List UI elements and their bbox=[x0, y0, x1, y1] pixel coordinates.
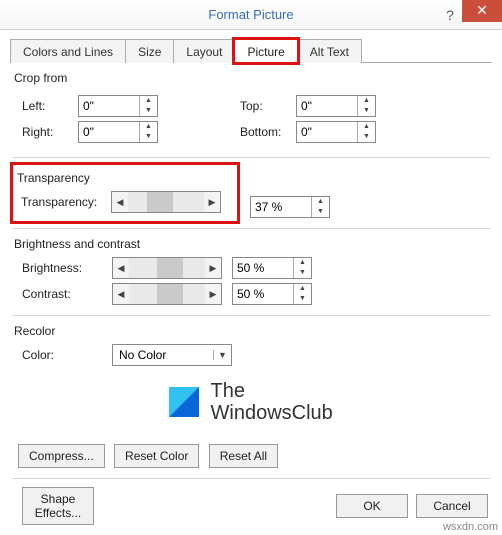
ok-button[interactable]: OK bbox=[336, 494, 408, 518]
crop-top-spinner[interactable]: 0" ▲▼ bbox=[296, 95, 376, 117]
chevron-down-icon[interactable]: ▼ bbox=[213, 350, 231, 360]
transparency-value[interactable]: 37 % bbox=[251, 200, 311, 214]
compress-button[interactable]: Compress... bbox=[18, 444, 105, 468]
reset-all-button[interactable]: Reset All bbox=[209, 444, 278, 468]
tab-picture[interactable]: Picture bbox=[234, 39, 297, 63]
shape-effects-button[interactable]: Shape Effects... bbox=[22, 487, 94, 525]
crop-bottom-spinner[interactable]: 0" ▲▼ bbox=[296, 121, 376, 143]
button-row-2: Shape Effects... OK Cancel bbox=[14, 487, 488, 525]
spinner-buttons[interactable]: ▲▼ bbox=[139, 96, 157, 116]
watermark: wsxdn.com bbox=[443, 521, 498, 533]
tab-layout[interactable]: Layout bbox=[173, 39, 235, 63]
spinner-buttons[interactable]: ▲▼ bbox=[139, 122, 157, 142]
spinner-buttons[interactable]: ▲▼ bbox=[357, 122, 375, 142]
tabs: Colors and Lines Size Layout Picture Alt… bbox=[10, 38, 492, 63]
recolor-color-label: Color: bbox=[22, 348, 112, 362]
slider-right-icon[interactable]: ▶ bbox=[205, 289, 221, 300]
crop-right-label: Right: bbox=[22, 125, 78, 139]
recolor-color-value: No Color bbox=[113, 348, 213, 362]
crop-top-label: Top: bbox=[240, 99, 296, 113]
divider bbox=[12, 228, 490, 229]
crop-section-label: Crop from bbox=[14, 71, 492, 85]
slider-left-icon[interactable]: ◀ bbox=[113, 263, 129, 274]
crop-bottom-label: Bottom: bbox=[240, 125, 296, 139]
crop-bottom-value[interactable]: 0" bbox=[297, 125, 357, 139]
spinner-buttons[interactable]: ▲▼ bbox=[311, 197, 329, 217]
spinner-buttons[interactable]: ▲▼ bbox=[293, 284, 311, 304]
transparency-section: Transparency Transparency: ◀ ▶ bbox=[10, 162, 240, 224]
crop-grid: Left: 0" ▲▼ Right: 0" ▲▼ Top: 0" ▲▼ bbox=[10, 91, 492, 147]
crop-left-spinner[interactable]: 0" ▲▼ bbox=[78, 95, 158, 117]
bc-section-label: Brightness and contrast bbox=[14, 237, 492, 251]
slider-left-icon[interactable]: ◀ bbox=[113, 289, 129, 300]
tab-colors-lines[interactable]: Colors and Lines bbox=[10, 39, 126, 63]
preview-area: The WindowsClub bbox=[10, 380, 492, 424]
transparency-spinner[interactable]: 37 % ▲▼ bbox=[250, 196, 330, 218]
slider-right-icon[interactable]: ▶ bbox=[205, 263, 221, 274]
logo-icon bbox=[169, 387, 199, 417]
brightness-value[interactable]: 50 % bbox=[233, 261, 293, 275]
crop-right-value[interactable]: 0" bbox=[79, 125, 139, 139]
tab-size[interactable]: Size bbox=[125, 39, 174, 63]
cancel-button[interactable]: Cancel bbox=[416, 494, 488, 518]
brightness-label: Brightness: bbox=[22, 261, 112, 275]
close-button[interactable]: ✕ bbox=[462, 0, 502, 22]
tab-alt-text[interactable]: Alt Text bbox=[297, 39, 362, 63]
transparency-slider[interactable]: ◀ ▶ bbox=[111, 191, 221, 213]
crop-left-value[interactable]: 0" bbox=[79, 99, 139, 113]
help-button[interactable]: ? bbox=[438, 4, 462, 26]
contrast-value[interactable]: 50 % bbox=[233, 287, 293, 301]
recolor-color-combo[interactable]: No Color ▼ bbox=[112, 344, 232, 366]
spinner-buttons[interactable]: ▲▼ bbox=[357, 96, 375, 116]
brightness-slider[interactable]: ◀ ▶ bbox=[112, 257, 222, 279]
dialog-content: Colors and Lines Size Layout Picture Alt… bbox=[0, 30, 502, 535]
divider bbox=[12, 315, 490, 316]
button-row-1: Compress... Reset Color Reset All bbox=[18, 444, 492, 468]
contrast-slider[interactable]: ◀ ▶ bbox=[112, 283, 222, 305]
slider-left-icon[interactable]: ◀ bbox=[112, 197, 128, 208]
divider bbox=[12, 478, 490, 479]
contrast-spinner[interactable]: 50 % ▲▼ bbox=[232, 283, 312, 305]
spinner-buttons[interactable]: ▲▼ bbox=[293, 258, 311, 278]
titlebar: Format Picture ? ✕ bbox=[0, 0, 502, 30]
brightness-spinner[interactable]: 50 % ▲▼ bbox=[232, 257, 312, 279]
transparency-label: Transparency: bbox=[21, 195, 111, 209]
crop-top-value[interactable]: 0" bbox=[297, 99, 357, 113]
slider-right-icon[interactable]: ▶ bbox=[204, 197, 220, 208]
contrast-label: Contrast: bbox=[22, 287, 112, 301]
crop-right-spinner[interactable]: 0" ▲▼ bbox=[78, 121, 158, 143]
divider bbox=[12, 157, 490, 158]
transparency-section-label: Transparency bbox=[17, 171, 233, 185]
crop-left-label: Left: bbox=[22, 99, 78, 113]
recolor-section-label: Recolor bbox=[14, 324, 492, 338]
reset-color-button[interactable]: Reset Color bbox=[114, 444, 199, 468]
logo-text: The WindowsClub bbox=[211, 380, 333, 424]
dialog-title: Format Picture bbox=[0, 7, 502, 22]
